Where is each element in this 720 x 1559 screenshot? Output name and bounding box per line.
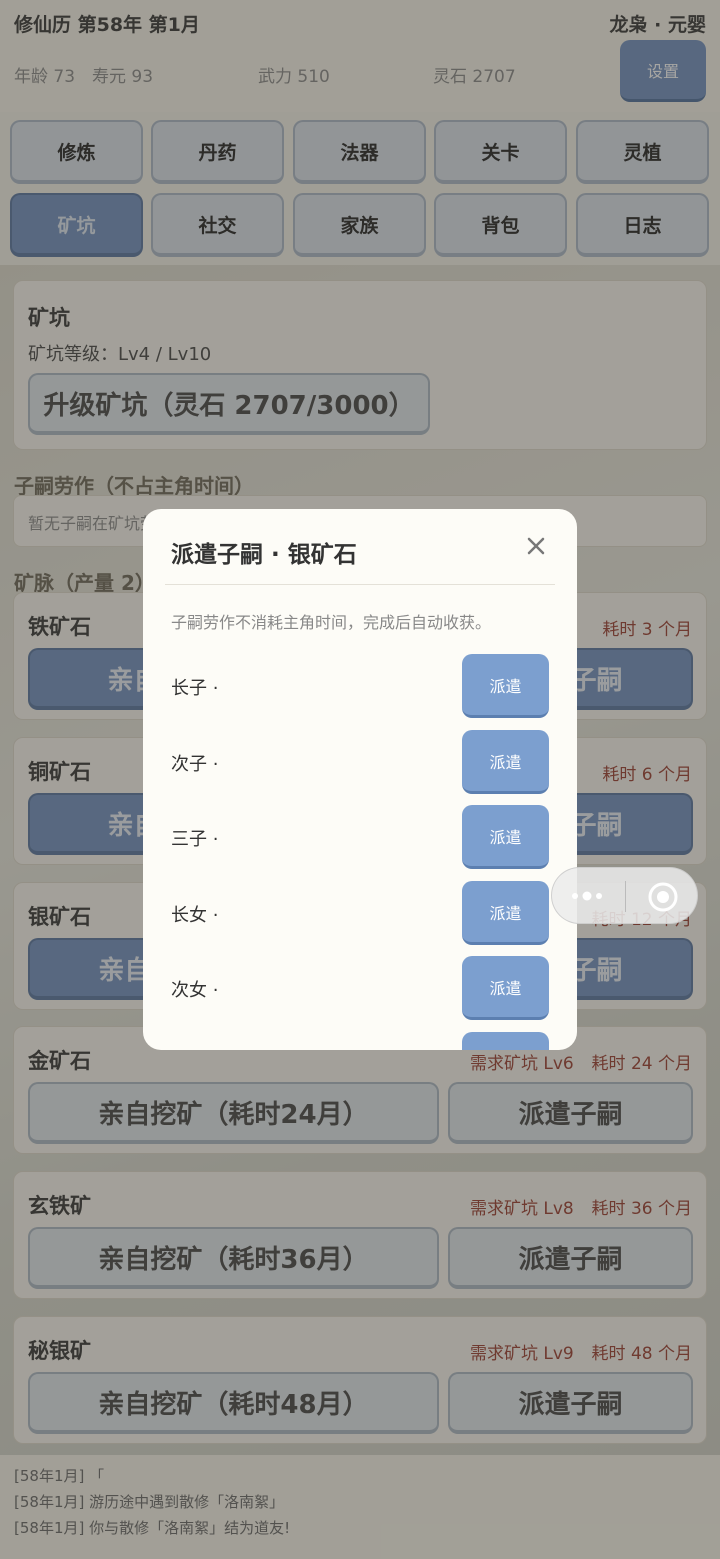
child-name: 次子 ·	[171, 754, 219, 775]
close-miniprogram-icon[interactable]	[646, 880, 680, 914]
child-row: 三子 · 派遣	[143, 805, 577, 869]
miniprogram-capsule	[551, 867, 698, 924]
dispatch-button[interactable]: 派遣	[462, 956, 549, 1020]
child-name: 长女 ·	[171, 905, 219, 926]
child-row: 次子 · 派遣	[143, 730, 577, 794]
dispatch-button[interactable]	[462, 1032, 549, 1050]
dialog-title: 派遣子嗣 · 银矿石	[171, 542, 357, 568]
child-row	[143, 1032, 577, 1050]
child-row: 长子 · 派遣	[143, 654, 577, 718]
child-row: 次女 · 派遣	[143, 956, 577, 1020]
child-name: 长子 ·	[171, 678, 219, 699]
child-name: 次女 ·	[171, 980, 219, 1001]
close-icon[interactable]	[521, 531, 551, 561]
dispatch-button[interactable]: 派遣	[462, 654, 549, 718]
dialog-divider	[165, 584, 555, 585]
more-icon[interactable]	[570, 886, 606, 906]
dispatch-button[interactable]: 派遣	[462, 881, 549, 945]
dispatch-button[interactable]: 派遣	[462, 805, 549, 869]
dispatch-dialog: 派遣子嗣 · 银矿石 子嗣劳作不消耗主角时间，完成后自动收获。 长子 · 派遣 …	[143, 509, 577, 1050]
capsule-divider	[625, 881, 626, 912]
child-name: 三子 ·	[171, 829, 219, 850]
child-row: 长女 · 派遣	[143, 881, 577, 945]
dialog-note: 子嗣劳作不消耗主角时间，完成后自动收获。	[171, 613, 492, 632]
dispatch-button[interactable]: 派遣	[462, 730, 549, 794]
